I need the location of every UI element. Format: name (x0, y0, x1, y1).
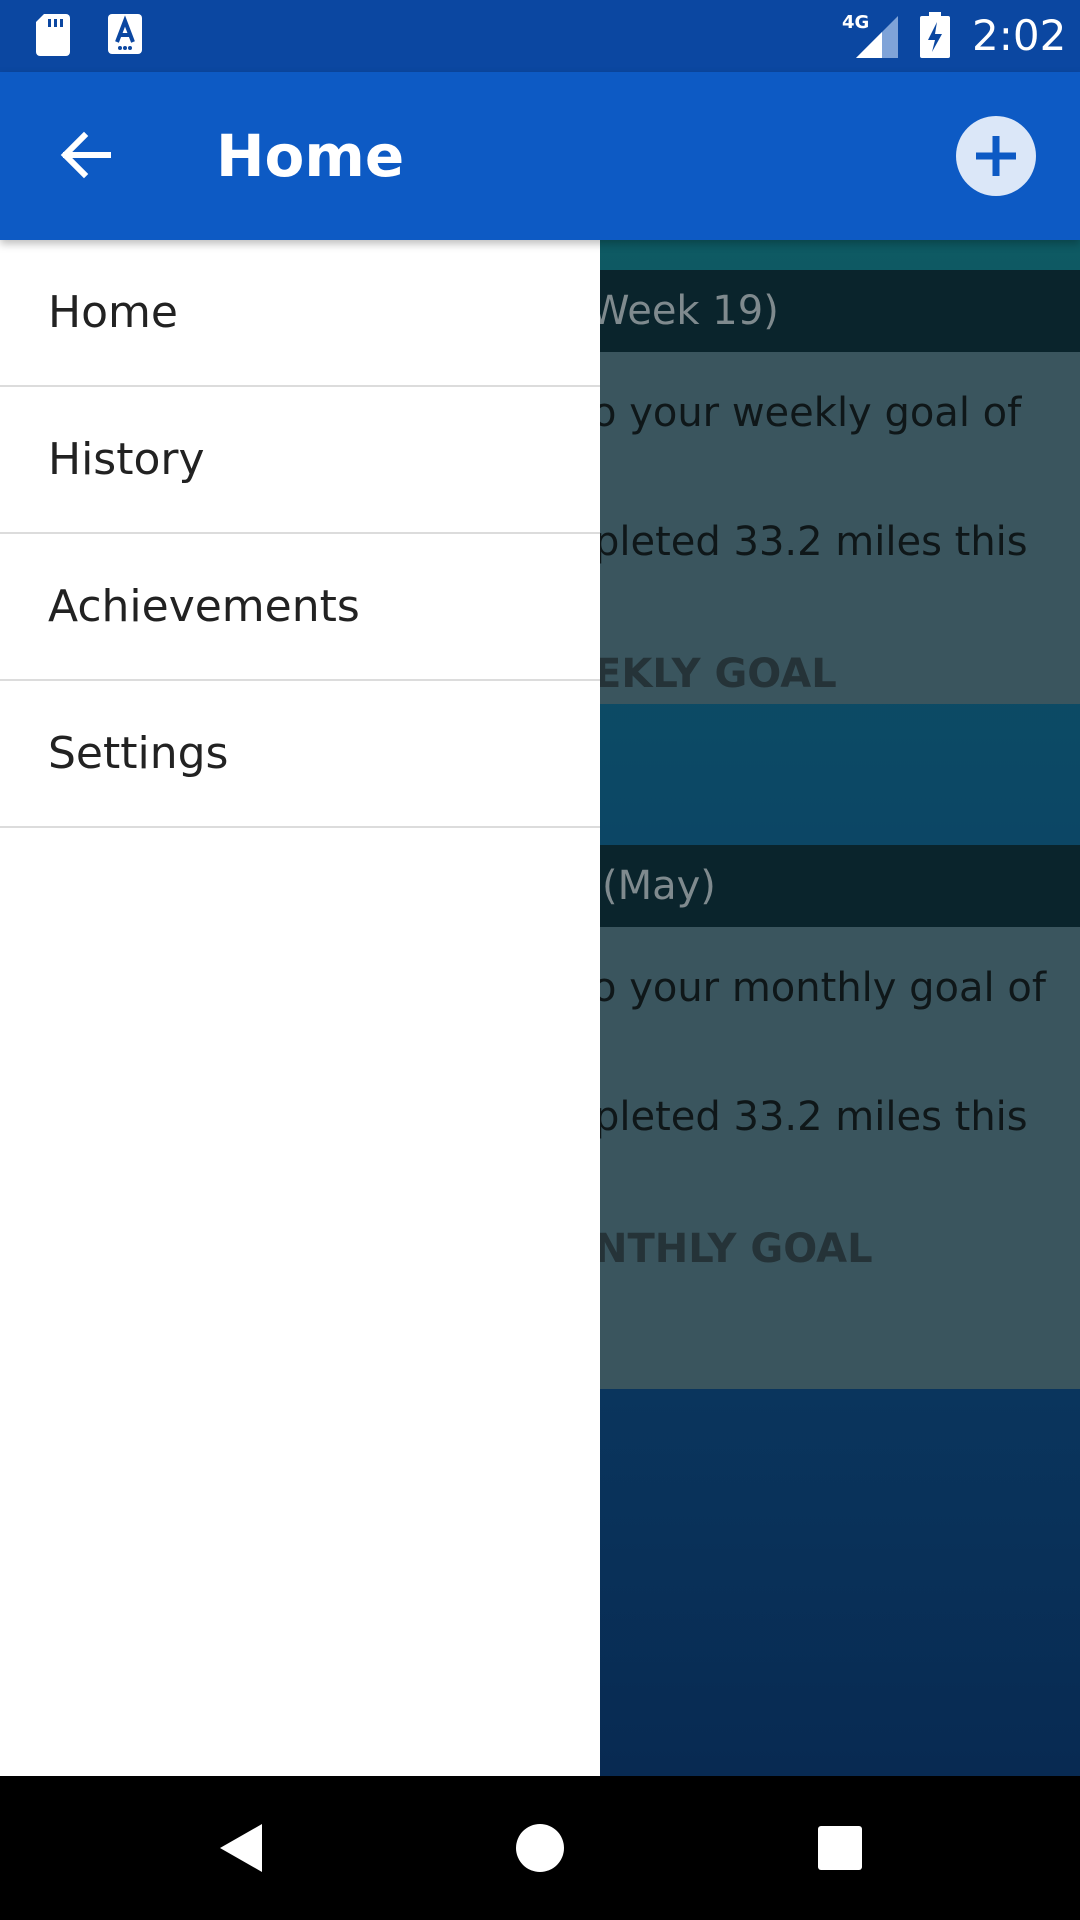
battery-charging-icon (920, 12, 950, 58)
screen: 4G 2:02 Home Week 19) o your weekly goal… (0, 0, 1080, 1920)
drawer-item-history[interactable]: History (0, 387, 600, 534)
card-line: o your monthly goal of (592, 965, 1046, 1011)
app-bar: Home (0, 72, 1080, 240)
drawer-item-achievements[interactable]: Achievements (0, 534, 600, 681)
card-line: pleted 33.2 miles this (594, 1094, 1028, 1140)
nav-back-button[interactable] (204, 1812, 276, 1884)
plus-icon (976, 136, 1016, 176)
card-header-text: Week 19) (590, 288, 779, 334)
card-header-text: (May) (602, 863, 716, 909)
sd-card-icon (36, 14, 70, 56)
card-line: pleted 33.2 miles this (594, 519, 1028, 565)
weekly-goal-button: EKLY GOAL (594, 651, 837, 697)
drawer-item-label: History (48, 434, 205, 485)
drawer-item-settings[interactable]: Settings (0, 681, 600, 828)
drawer-item-label: Achievements (48, 581, 360, 632)
drawer-item-label: Home (48, 287, 178, 338)
status-time: 2:02 (972, 11, 1067, 60)
system-nav-bar (0, 1776, 1080, 1920)
page-title: Home (216, 122, 405, 190)
monthly-goal-button: NTHLY GOAL (594, 1226, 873, 1272)
navigation-drawer: Home History Achievements Settings (0, 240, 600, 1776)
signal-4g-icon: 4G (842, 12, 898, 58)
recents-square-icon (818, 1826, 862, 1870)
drawer-item-home[interactable]: Home (0, 240, 600, 387)
nav-recents-button[interactable] (804, 1812, 876, 1884)
status-bar: 4G 2:02 (0, 0, 1080, 72)
drawer-item-label: Settings (48, 728, 229, 779)
svg-text:4G: 4G (842, 12, 869, 33)
keyboard-a-icon (108, 14, 142, 54)
back-button[interactable] (40, 110, 130, 200)
arrow-left-icon (60, 131, 111, 179)
card-line: o your weekly goal of (592, 390, 1022, 436)
back-triangle-icon (220, 1824, 262, 1872)
add-button[interactable] (956, 116, 1036, 196)
nav-home-button[interactable] (504, 1812, 576, 1884)
home-circle-icon (516, 1824, 564, 1872)
